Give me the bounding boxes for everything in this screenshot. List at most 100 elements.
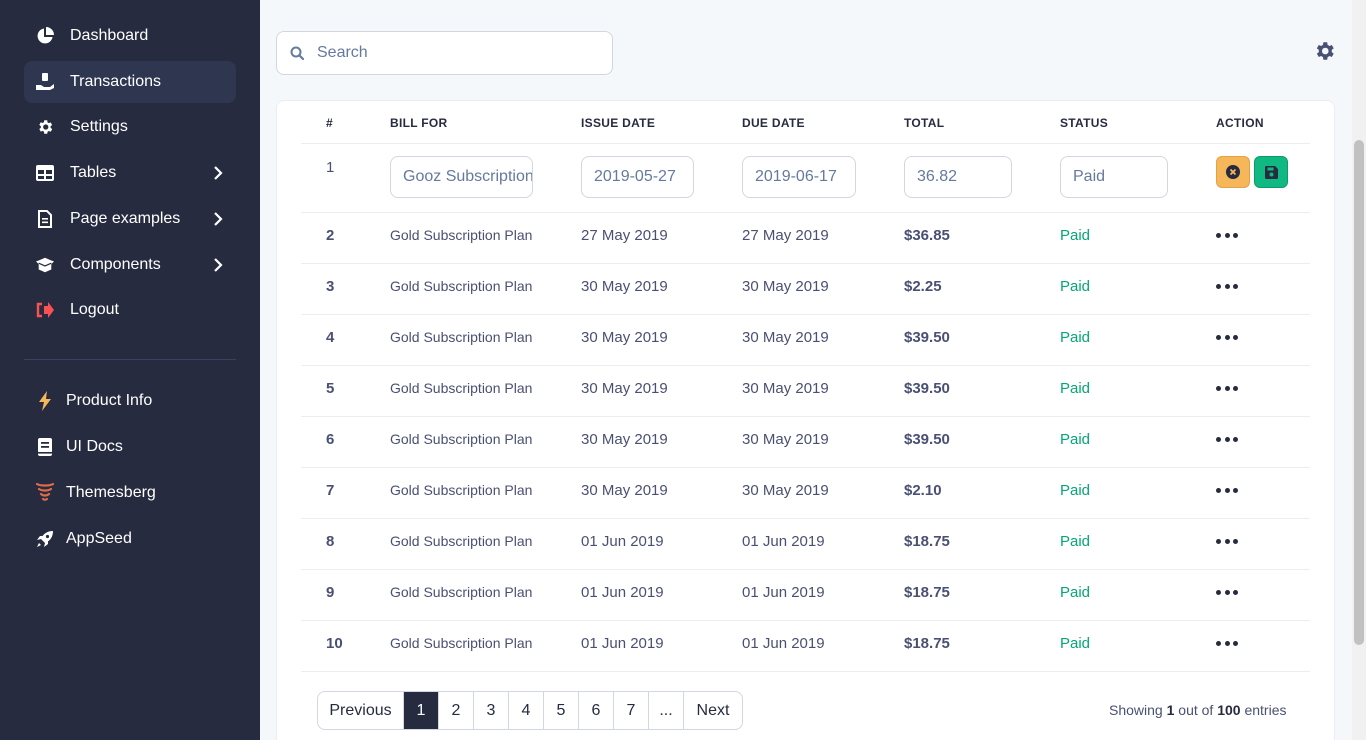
row-divider bbox=[301, 467, 1310, 468]
more-actions-icon[interactable] bbox=[1216, 233, 1238, 239]
pagination-page-2[interactable]: 2 bbox=[439, 692, 474, 729]
sidebar-item-appseed[interactable]: AppSeed bbox=[24, 518, 236, 560]
document-icon bbox=[36, 210, 54, 228]
due-date-input[interactable]: 2019-06-17 bbox=[742, 156, 856, 198]
column-header-bill-for: BILL FOR bbox=[390, 116, 448, 130]
pagination-page-3[interactable]: 3 bbox=[474, 692, 509, 729]
more-actions-icon[interactable] bbox=[1216, 437, 1238, 443]
row-total: $36.85 bbox=[904, 227, 950, 244]
logout-icon bbox=[36, 301, 54, 319]
pagination-page-5[interactable]: 5 bbox=[544, 692, 579, 729]
row-bill-for: Gold Subscription Plan bbox=[390, 533, 533, 549]
status-input[interactable]: Paid bbox=[1060, 156, 1168, 198]
sidebar-item-logout[interactable]: Logout bbox=[24, 289, 236, 331]
more-actions-icon[interactable] bbox=[1216, 335, 1238, 341]
row-status: Paid bbox=[1060, 635, 1091, 652]
sidebar-item-page-examples[interactable]: Page examples bbox=[24, 198, 236, 240]
more-actions-icon[interactable] bbox=[1216, 539, 1238, 545]
row-divider bbox=[301, 620, 1310, 621]
chevron-right-icon bbox=[210, 211, 226, 227]
close-circle-icon bbox=[1226, 165, 1240, 179]
row-due-date: 30 May 2019 bbox=[742, 431, 829, 448]
pagination-next-button[interactable]: Next bbox=[684, 692, 742, 729]
pagination-ellipsis[interactable]: ... bbox=[649, 692, 684, 729]
row-divider bbox=[301, 518, 1310, 519]
row-number: 6 bbox=[326, 431, 335, 448]
row-issue-date: 30 May 2019 bbox=[581, 329, 668, 346]
sidebar-item-label: Page examples bbox=[70, 210, 181, 227]
row-divider bbox=[301, 671, 1310, 672]
row-total: $39.50 bbox=[904, 329, 950, 346]
pagination-page-4[interactable]: 4 bbox=[509, 692, 544, 729]
column-header-status: STATUS bbox=[1060, 116, 1109, 130]
pagination-page-1[interactable]: 1 bbox=[404, 692, 439, 729]
sidebar-item-components[interactable]: Components bbox=[24, 244, 236, 286]
row-status: Paid bbox=[1060, 584, 1091, 601]
row-bill-for: Gold Subscription Plan bbox=[390, 431, 533, 447]
pagination-previous-button[interactable]: Previous bbox=[318, 692, 404, 729]
sidebar-item-label: Dashboard bbox=[70, 27, 149, 44]
sidebar-item-label: Components bbox=[70, 256, 161, 273]
row-number: 9 bbox=[326, 584, 335, 601]
cancel-edit-button[interactable] bbox=[1216, 156, 1250, 188]
row-issue-date: 30 May 2019 bbox=[581, 380, 668, 397]
sidebar-item-themesberg[interactable]: Themesberg bbox=[24, 472, 236, 514]
row-issue-date: 01 Jun 2019 bbox=[581, 635, 664, 652]
more-actions-icon[interactable] bbox=[1216, 386, 1238, 392]
row-due-date: 01 Jun 2019 bbox=[742, 533, 825, 550]
sidebar-item-dashboard[interactable]: Dashboard bbox=[24, 15, 236, 57]
table-icon bbox=[36, 164, 54, 182]
sidebar-item-ui-docs[interactable]: UI Docs bbox=[24, 426, 236, 468]
search-input[interactable] bbox=[317, 44, 597, 62]
chevron-right-icon bbox=[210, 257, 226, 273]
row-divider bbox=[301, 263, 1310, 264]
pagination-page-7[interactable]: 7 bbox=[614, 692, 649, 729]
bill-for-input[interactable]: Gooz Subscription Plan bbox=[390, 156, 533, 198]
row-divider bbox=[301, 416, 1310, 417]
row-total: $18.75 bbox=[904, 533, 950, 550]
settings-gear-button[interactable] bbox=[1313, 40, 1335, 62]
row-divider bbox=[301, 365, 1310, 366]
more-actions-icon[interactable] bbox=[1216, 284, 1238, 290]
issue-date-input[interactable]: 2019-05-27 bbox=[581, 156, 694, 198]
row-due-date: 30 May 2019 bbox=[742, 482, 829, 499]
scrollbar-thumb[interactable] bbox=[1354, 140, 1364, 645]
sidebar-item-label: Logout bbox=[70, 301, 119, 318]
row-total: $2.25 bbox=[904, 278, 942, 295]
sidebar-item-label: Product Info bbox=[66, 392, 153, 409]
save-icon bbox=[1264, 165, 1278, 179]
box-icon bbox=[36, 256, 54, 274]
sidebar-item-settings[interactable]: Settings bbox=[24, 106, 236, 148]
save-row-button[interactable] bbox=[1254, 156, 1288, 188]
pagination-page-6[interactable]: 6 bbox=[579, 692, 614, 729]
entries-summary-suffix: entries bbox=[1244, 702, 1287, 718]
row-issue-date: 30 May 2019 bbox=[581, 482, 668, 499]
row-bill-for: Gold Subscription Plan bbox=[390, 227, 533, 243]
more-actions-icon[interactable] bbox=[1216, 641, 1238, 647]
page-scrollbar[interactable] bbox=[1352, 0, 1366, 740]
row-issue-date: 01 Jun 2019 bbox=[581, 533, 664, 550]
sidebar-item-product-info[interactable]: Product Info bbox=[24, 380, 236, 422]
row-status: Paid bbox=[1060, 482, 1091, 499]
row-due-date: 01 Jun 2019 bbox=[742, 584, 825, 601]
more-actions-icon[interactable] bbox=[1216, 590, 1238, 596]
sidebar-item-tables[interactable]: Tables bbox=[24, 152, 236, 194]
book-icon bbox=[36, 438, 54, 456]
row-number: 3 bbox=[326, 278, 335, 295]
row-number: 5 bbox=[326, 380, 335, 397]
header-divider bbox=[301, 143, 1310, 144]
row-total: $18.75 bbox=[904, 584, 950, 601]
row-total: $2.10 bbox=[904, 482, 942, 499]
column-header-due-date: DUE DATE bbox=[742, 116, 805, 130]
row-due-date: 30 May 2019 bbox=[742, 380, 829, 397]
sidebar-item-transactions[interactable]: Transactions bbox=[24, 61, 236, 103]
row-number: 8 bbox=[326, 533, 335, 550]
more-actions-icon[interactable] bbox=[1216, 488, 1238, 494]
row-divider bbox=[301, 314, 1310, 315]
column-header-number: # bbox=[326, 116, 333, 130]
total-input[interactable]: 36.82 bbox=[904, 156, 1012, 198]
row-total: $39.50 bbox=[904, 380, 950, 397]
row-issue-date: 30 May 2019 bbox=[581, 431, 668, 448]
pie-chart-icon bbox=[36, 27, 54, 45]
entries-summary: Showing 1 out of 100 entries bbox=[1109, 702, 1286, 718]
